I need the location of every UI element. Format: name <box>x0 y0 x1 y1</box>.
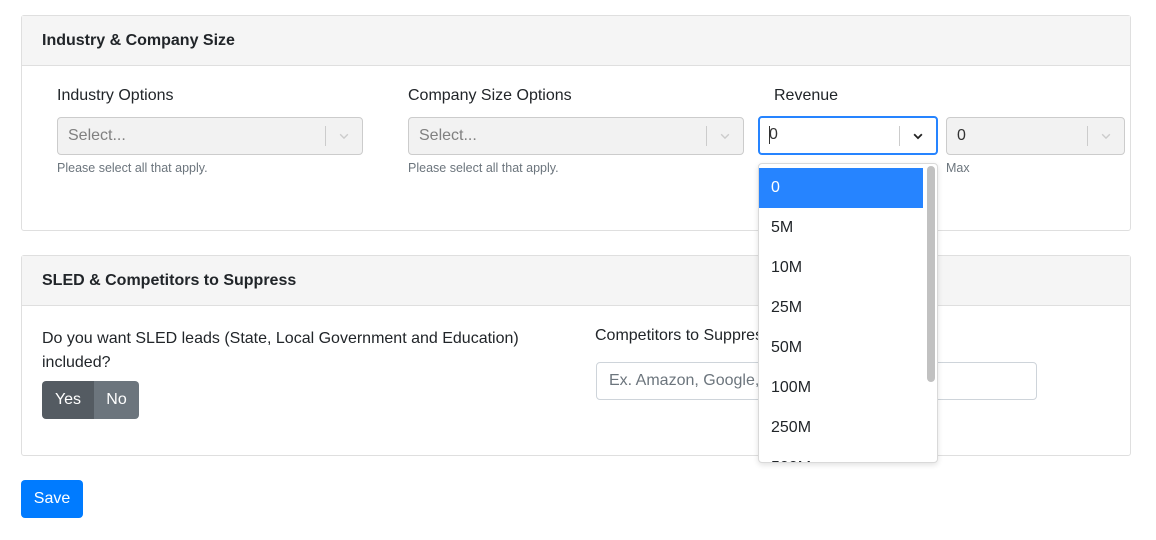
revenue-option[interactable]: 250M <box>759 408 923 448</box>
chevron-down-icon[interactable] <box>707 118 743 154</box>
competitors-label: Competitors to Suppress <box>595 327 772 344</box>
revenue-option[interactable]: 0 <box>759 168 923 208</box>
revenue-option[interactable]: 10M <box>759 248 923 288</box>
revenue-max-value: 0 <box>957 127 966 144</box>
company-size-help-text: Please select all that apply. <box>408 161 559 175</box>
industry-company-size-header: Industry & Company Size <box>22 16 1130 66</box>
industry-select-placeholder: Select... <box>68 127 126 144</box>
industry-options-label: Industry Options <box>57 87 174 104</box>
revenue-options-list: 0 5M 10M 25M 50M 100M 250M 500M <box>759 168 923 462</box>
company-size-select[interactable]: Select... <box>408 117 744 155</box>
company-size-select-placeholder: Select... <box>419 127 477 144</box>
revenue-min-input[interactable]: 0 <box>760 126 899 145</box>
sled-toggle-group: Yes No <box>42 381 139 419</box>
chevron-down-icon[interactable] <box>1088 118 1124 154</box>
dropdown-scrollbar-thumb[interactable] <box>927 166 935 382</box>
sled-yes-button[interactable]: Yes <box>42 381 94 419</box>
industry-select[interactable]: Select... <box>57 117 363 155</box>
revenue-option[interactable]: 500M <box>759 448 923 462</box>
revenue-option[interactable]: 5M <box>759 208 923 248</box>
sled-question-label: Do you want SLED leads (State, Local Gov… <box>42 330 519 371</box>
dropdown-scrollbar[interactable] <box>927 166 935 460</box>
sled-no-button[interactable]: No <box>94 381 139 419</box>
sled-competitors-header: SLED & Competitors to Suppress <box>22 256 1130 306</box>
revenue-option[interactable]: 50M <box>759 328 923 368</box>
revenue-option[interactable]: 25M <box>759 288 923 328</box>
revenue-min-value: 0 <box>769 126 778 144</box>
revenue-min-select[interactable]: 0 <box>758 116 938 155</box>
industry-help-text: Please select all that apply. <box>57 161 208 175</box>
revenue-dropdown-menu: 0 5M 10M 25M 50M 100M 250M 500M <box>758 163 938 463</box>
revenue-max-select[interactable]: 0 <box>946 117 1125 155</box>
save-button[interactable]: Save <box>21 480 83 518</box>
revenue-max-help-text: Max <box>946 161 970 175</box>
chevron-down-icon[interactable] <box>326 118 362 154</box>
company-size-options-label: Company Size Options <box>408 87 572 104</box>
revenue-option[interactable]: 100M <box>759 368 923 408</box>
revenue-label: Revenue <box>774 87 839 104</box>
chevron-down-icon[interactable] <box>900 118 936 153</box>
